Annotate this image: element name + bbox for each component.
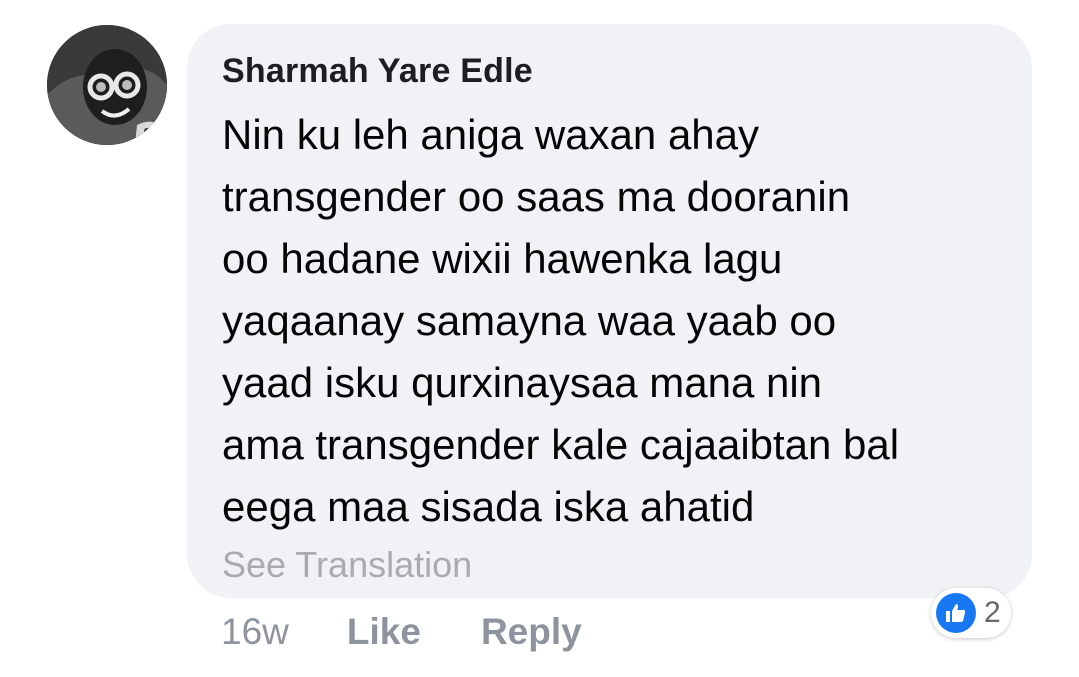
author-name[interactable]: Sharmah Yare Edle — [222, 50, 998, 92]
reaction-badge[interactable]: 2 — [931, 588, 1011, 638]
timestamp[interactable]: 16w — [221, 611, 289, 653]
comment-container: Sharmah Yare Edle Nin ku leh aniga waxan… — [0, 0, 1079, 677]
comment-actions: 16w Like Reply — [221, 608, 582, 656]
thumbs-up-icon — [936, 593, 976, 633]
comment-text: Nin ku leh aniga waxan ahay transgender … — [222, 111, 900, 530]
reply-button[interactable]: Reply — [481, 611, 582, 653]
see-translation-link[interactable]: See Translation — [222, 543, 998, 587]
comment-bubble: Sharmah Yare Edle Nin ku leh aniga waxan… — [187, 24, 1032, 598]
like-button[interactable]: Like — [347, 611, 421, 653]
avatar[interactable] — [47, 25, 167, 145]
avatar-image — [47, 25, 167, 145]
reaction-count: 2 — [984, 596, 1001, 629]
